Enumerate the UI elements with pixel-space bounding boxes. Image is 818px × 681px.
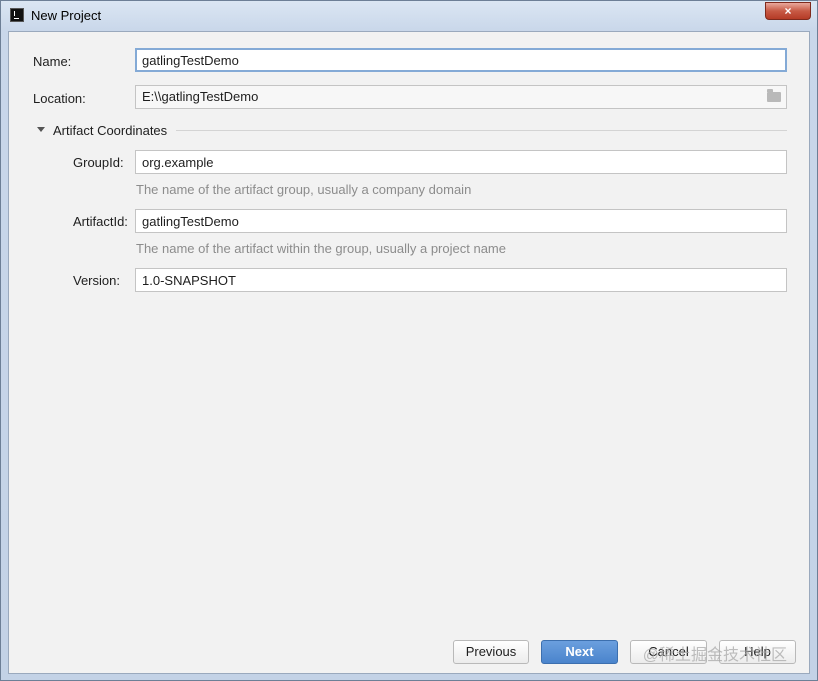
name-label: Name: <box>33 54 72 69</box>
new-project-window: New Project × Name: Location: E:\\gatlin… <box>0 0 818 681</box>
version-input[interactable] <box>135 268 787 292</box>
section-divider <box>176 130 787 131</box>
dialog-content: Name: Location: E:\\gatlingTestDemo Arti… <box>8 31 810 674</box>
location-value: E:\\gatlingTestDemo <box>142 89 259 104</box>
previous-button[interactable]: Previous <box>453 640 529 664</box>
artifactid-hint: The name of the artifact within the grou… <box>136 241 506 256</box>
expand-triangle-icon[interactable] <box>37 127 45 132</box>
close-button[interactable]: × <box>765 2 811 20</box>
location-label: Location: <box>33 91 86 106</box>
groupid-label: GroupId: <box>73 155 124 170</box>
window-title: New Project <box>31 8 102 23</box>
version-label: Version: <box>73 273 120 288</box>
name-input[interactable] <box>135 48 787 72</box>
intellij-app-icon <box>10 8 24 22</box>
title-bar: New Project × <box>1 1 817 31</box>
watermark: @稀土掘金技术社区 <box>642 647 787 664</box>
location-field[interactable]: E:\\gatlingTestDemo <box>135 85 787 109</box>
groupid-hint: The name of the artifact group, usually … <box>136 182 472 197</box>
groupid-input[interactable] <box>135 150 787 174</box>
folder-icon[interactable] <box>767 89 781 102</box>
artifactid-input[interactable] <box>135 209 787 233</box>
artifactid-label: ArtifactId: <box>73 214 128 229</box>
artifact-coordinates-title: Artifact Coordinates <box>53 123 168 138</box>
next-button[interactable]: Next <box>541 640 618 664</box>
